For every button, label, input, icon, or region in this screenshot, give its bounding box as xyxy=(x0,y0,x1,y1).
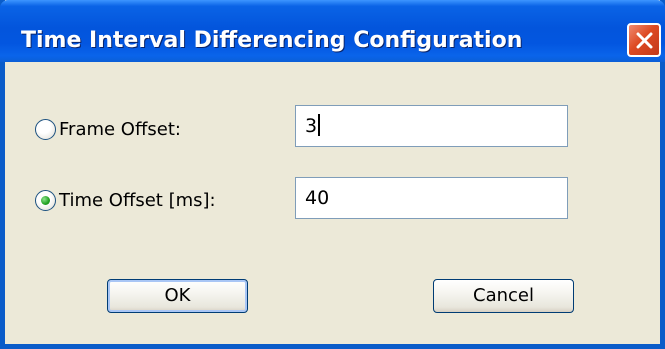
frame-offset-option[interactable]: Frame Offset: xyxy=(35,117,181,141)
ok-button[interactable]: OK xyxy=(107,279,248,313)
frame-offset-input[interactable]: 3 xyxy=(295,105,568,147)
close-icon xyxy=(636,32,653,49)
time-offset-label: Time Offset [ms]: xyxy=(59,189,216,211)
title-bar[interactable]: Time Interval Differencing Configuration xyxy=(0,0,665,62)
frame-offset-radio[interactable] xyxy=(35,118,56,140)
text-caret xyxy=(318,114,321,136)
time-offset-value: 40 xyxy=(305,187,330,209)
time-offset-radio[interactable] xyxy=(35,189,56,211)
window-title: Time Interval Differencing Configuration xyxy=(21,28,523,53)
dialog-body: Frame Offset: 3 Time Offset [ms]: 40 OK … xyxy=(5,62,660,344)
cancel-button[interactable]: Cancel xyxy=(433,279,574,313)
frame-offset-value: 3 xyxy=(305,115,318,137)
time-offset-input[interactable]: 40 xyxy=(295,177,568,219)
time-offset-option[interactable]: Time Offset [ms]: xyxy=(35,188,216,212)
close-button[interactable] xyxy=(627,23,661,57)
frame-offset-label: Frame Offset: xyxy=(59,118,181,140)
radio-selected-dot xyxy=(41,195,50,205)
dialog-window: Time Interval Differencing Configuration… xyxy=(0,0,665,349)
